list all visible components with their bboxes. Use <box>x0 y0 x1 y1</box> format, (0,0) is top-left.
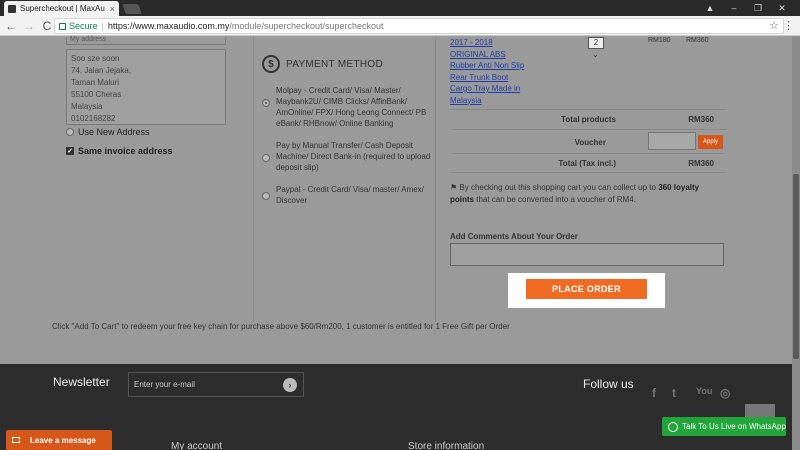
unit-price: RM180 <box>648 37 671 44</box>
delivery-address-box: Soo sze soon 74, Jalan Jejaka, Taman Mal… <box>66 49 226 125</box>
product-name-line[interactable]: 2017 - 2018 <box>450 37 524 49</box>
product-name-line[interactable]: ORIGINAL ABS <box>450 49 524 61</box>
address-line: 74, Jalan Jejaka, <box>71 66 132 75</box>
total-products-label: Total products <box>561 115 616 124</box>
site-favicon-icon <box>8 4 16 13</box>
line-total: RM360 <box>686 37 709 44</box>
store-information-heading: Store information <box>408 441 485 450</box>
address-bar: ← → C Secure | https://www.maxaudio.com.… <box>0 16 800 36</box>
payment-option-label: Pay by Manual Transfer/ Cash Deposit Mac… <box>276 141 431 172</box>
address-line: Taman Maluri <box>71 78 120 87</box>
submit-arrow-icon[interactable]: › <box>283 378 297 392</box>
payment-option-manual-transfer[interactable]: Pay by Manual Transfer/ Cash Deposit Mac… <box>262 140 432 173</box>
voucher-input[interactable] <box>648 132 696 150</box>
newsletter-email-input[interactable]: Enter your e-mail › <box>128 372 304 397</box>
comment-label: Add Comments About Your Order <box>450 232 578 241</box>
my-account-heading: My account <box>171 441 223 450</box>
whatsapp-label: Talk To Us Live on WhatsApp <box>682 422 786 431</box>
newsletter-placeholder: Enter your e-mail <box>134 380 195 389</box>
address-line: 0102168282 <box>71 114 116 123</box>
scrollbar-thumb[interactable] <box>793 174 799 359</box>
same-invoice-label: Same invoice address <box>78 146 173 156</box>
free-gift-note: Click "Add To Cart" to redeem your free … <box>52 322 510 331</box>
loyalty-suffix: that can be converted into a voucher of … <box>474 195 636 204</box>
payment-option-molpay[interactable]: Molpay - Credit Card/ Visa/ Master/ Mayb… <box>262 85 432 129</box>
twitter-icon[interactable]: t <box>672 386 676 400</box>
checkbox-checked-icon[interactable]: ✓ <box>66 147 74 155</box>
radio-icon[interactable] <box>262 192 270 200</box>
whatsapp-icon <box>668 421 678 432</box>
tab-bar: Supercheckout | MaxAu × ▲ – ❐ ✕ <box>0 0 800 16</box>
payment-option-paypal[interactable]: Paypal - Credit Card/ Visa/ master/ Amex… <box>262 184 432 206</box>
maximize-button[interactable]: ❐ <box>748 0 768 16</box>
same-invoice-option[interactable]: ✓ Same invoice address <box>66 146 173 156</box>
product-name-line[interactable]: Cargo Tray Made in <box>450 83 524 95</box>
lock-icon <box>59 22 66 30</box>
product-name-line[interactable]: Rubber Anti Non Slip <box>450 60 524 72</box>
radio-icon[interactable] <box>66 128 74 136</box>
url-field[interactable]: Secure | https://www.maxaudio.com.my /mo… <box>54 18 784 34</box>
total-value: RM360 <box>688 158 714 168</box>
facebook-icon[interactable]: f <box>652 386 656 400</box>
place-order-button[interactable]: PLACE ORDER <box>526 279 647 299</box>
use-new-address-label: Use New Address <box>78 127 150 137</box>
newsletter-label: Newsletter <box>53 375 110 389</box>
url-separator: | <box>101 21 104 31</box>
apply-voucher-button[interactable]: Apply <box>698 135 723 149</box>
product-name-link[interactable]: 2017 - 2018 ORIGINAL ABS Rubber Anti Non… <box>450 37 524 106</box>
message-icon <box>12 437 20 443</box>
checkout-page: My address Soo sze soon 74, Jalan Jejaka… <box>0 36 800 450</box>
voucher-label: Voucher <box>574 138 606 147</box>
quantity-input[interactable]: 2 <box>588 37 604 49</box>
site-footer: Newsletter Enter your e-mail › Follow us… <box>0 364 800 450</box>
total-row: Total (Tax incl.) RM360 <box>450 153 726 173</box>
product-name-line[interactable]: Rear Trunk Boot <box>450 72 524 84</box>
bookmark-star-icon[interactable]: ☆ <box>769 19 779 32</box>
back-arrow-icon[interactable]: ← <box>4 19 18 33</box>
address-line: Malaysia <box>71 102 103 111</box>
url-path: /module/supercheckout/supercheckout <box>229 21 384 31</box>
secure-label: Secure <box>69 21 98 31</box>
payment-option-label: Molpay - Credit Card/ Visa/ Master/ Mayb… <box>276 86 427 128</box>
tab-supercheckout[interactable]: Supercheckout | MaxAu × <box>4 1 119 16</box>
minimize-button[interactable]: – <box>724 0 744 16</box>
payment-option-label: Paypal - Credit Card/ Visa/ master/ Amex… <box>276 185 424 205</box>
address-line: 55100 Cheras <box>71 90 122 99</box>
payment-column: $ PAYMENT METHOD Molpay - Credit Card/ V… <box>254 37 436 322</box>
dollar-icon: $ <box>262 55 280 73</box>
payment-method-heading: $ PAYMENT METHOD <box>262 55 383 73</box>
browser-menu-icon[interactable]: ⋮ <box>783 19 794 32</box>
youtube-icon[interactable]: You <box>696 386 712 396</box>
radio-selected-icon[interactable] <box>262 99 270 107</box>
total-label: Total (Tax incl.) <box>558 158 616 168</box>
address-line: Soo sze soon <box>71 54 120 63</box>
leave-message-label: Leave a message <box>30 435 96 445</box>
comment-textarea[interactable] <box>450 243 724 266</box>
whatsapp-chat-button[interactable]: Talk To Us Live on WhatsApp <box>662 417 786 436</box>
use-new-address-option[interactable]: Use New Address <box>66 127 150 137</box>
close-window-button[interactable]: ✕ <box>772 0 792 16</box>
instagram-icon[interactable]: ◎ <box>720 386 730 400</box>
radio-icon[interactable] <box>262 154 270 162</box>
product-name-line[interactable]: Malaysia <box>450 95 524 107</box>
tab-close-icon[interactable]: × <box>110 4 115 14</box>
forward-arrow-icon[interactable]: → <box>22 19 36 33</box>
new-tab-button[interactable] <box>122 4 142 14</box>
total-products-value: RM360 <box>688 115 714 124</box>
tab-title: Supercheckout | MaxAu <box>20 4 105 13</box>
payment-method-title: PAYMENT METHOD <box>286 58 383 70</box>
account-icon[interactable]: ▲ <box>700 0 720 16</box>
page-scrollbar[interactable] <box>792 37 800 450</box>
total-products-row: Total products RM360 <box>450 109 726 129</box>
address-column: My address Soo sze soon 74, Jalan Jejaka… <box>52 36 254 322</box>
address-select-label[interactable]: My address <box>66 36 226 45</box>
follow-us-label: Follow us <box>583 377 634 391</box>
leave-message-button[interactable]: Leave a message <box>6 430 112 450</box>
loyalty-note: ⚑ By checking out this shopping cart you… <box>450 182 720 206</box>
url-host: https://www.maxaudio.com.my <box>107 21 230 31</box>
quantity-chevron-down-icon[interactable]: ⌄ <box>592 50 599 59</box>
reload-icon[interactable]: C <box>40 19 54 33</box>
flag-icon: ⚑ <box>450 183 458 192</box>
loyalty-prefix: By checking out this shopping cart you c… <box>459 183 659 192</box>
